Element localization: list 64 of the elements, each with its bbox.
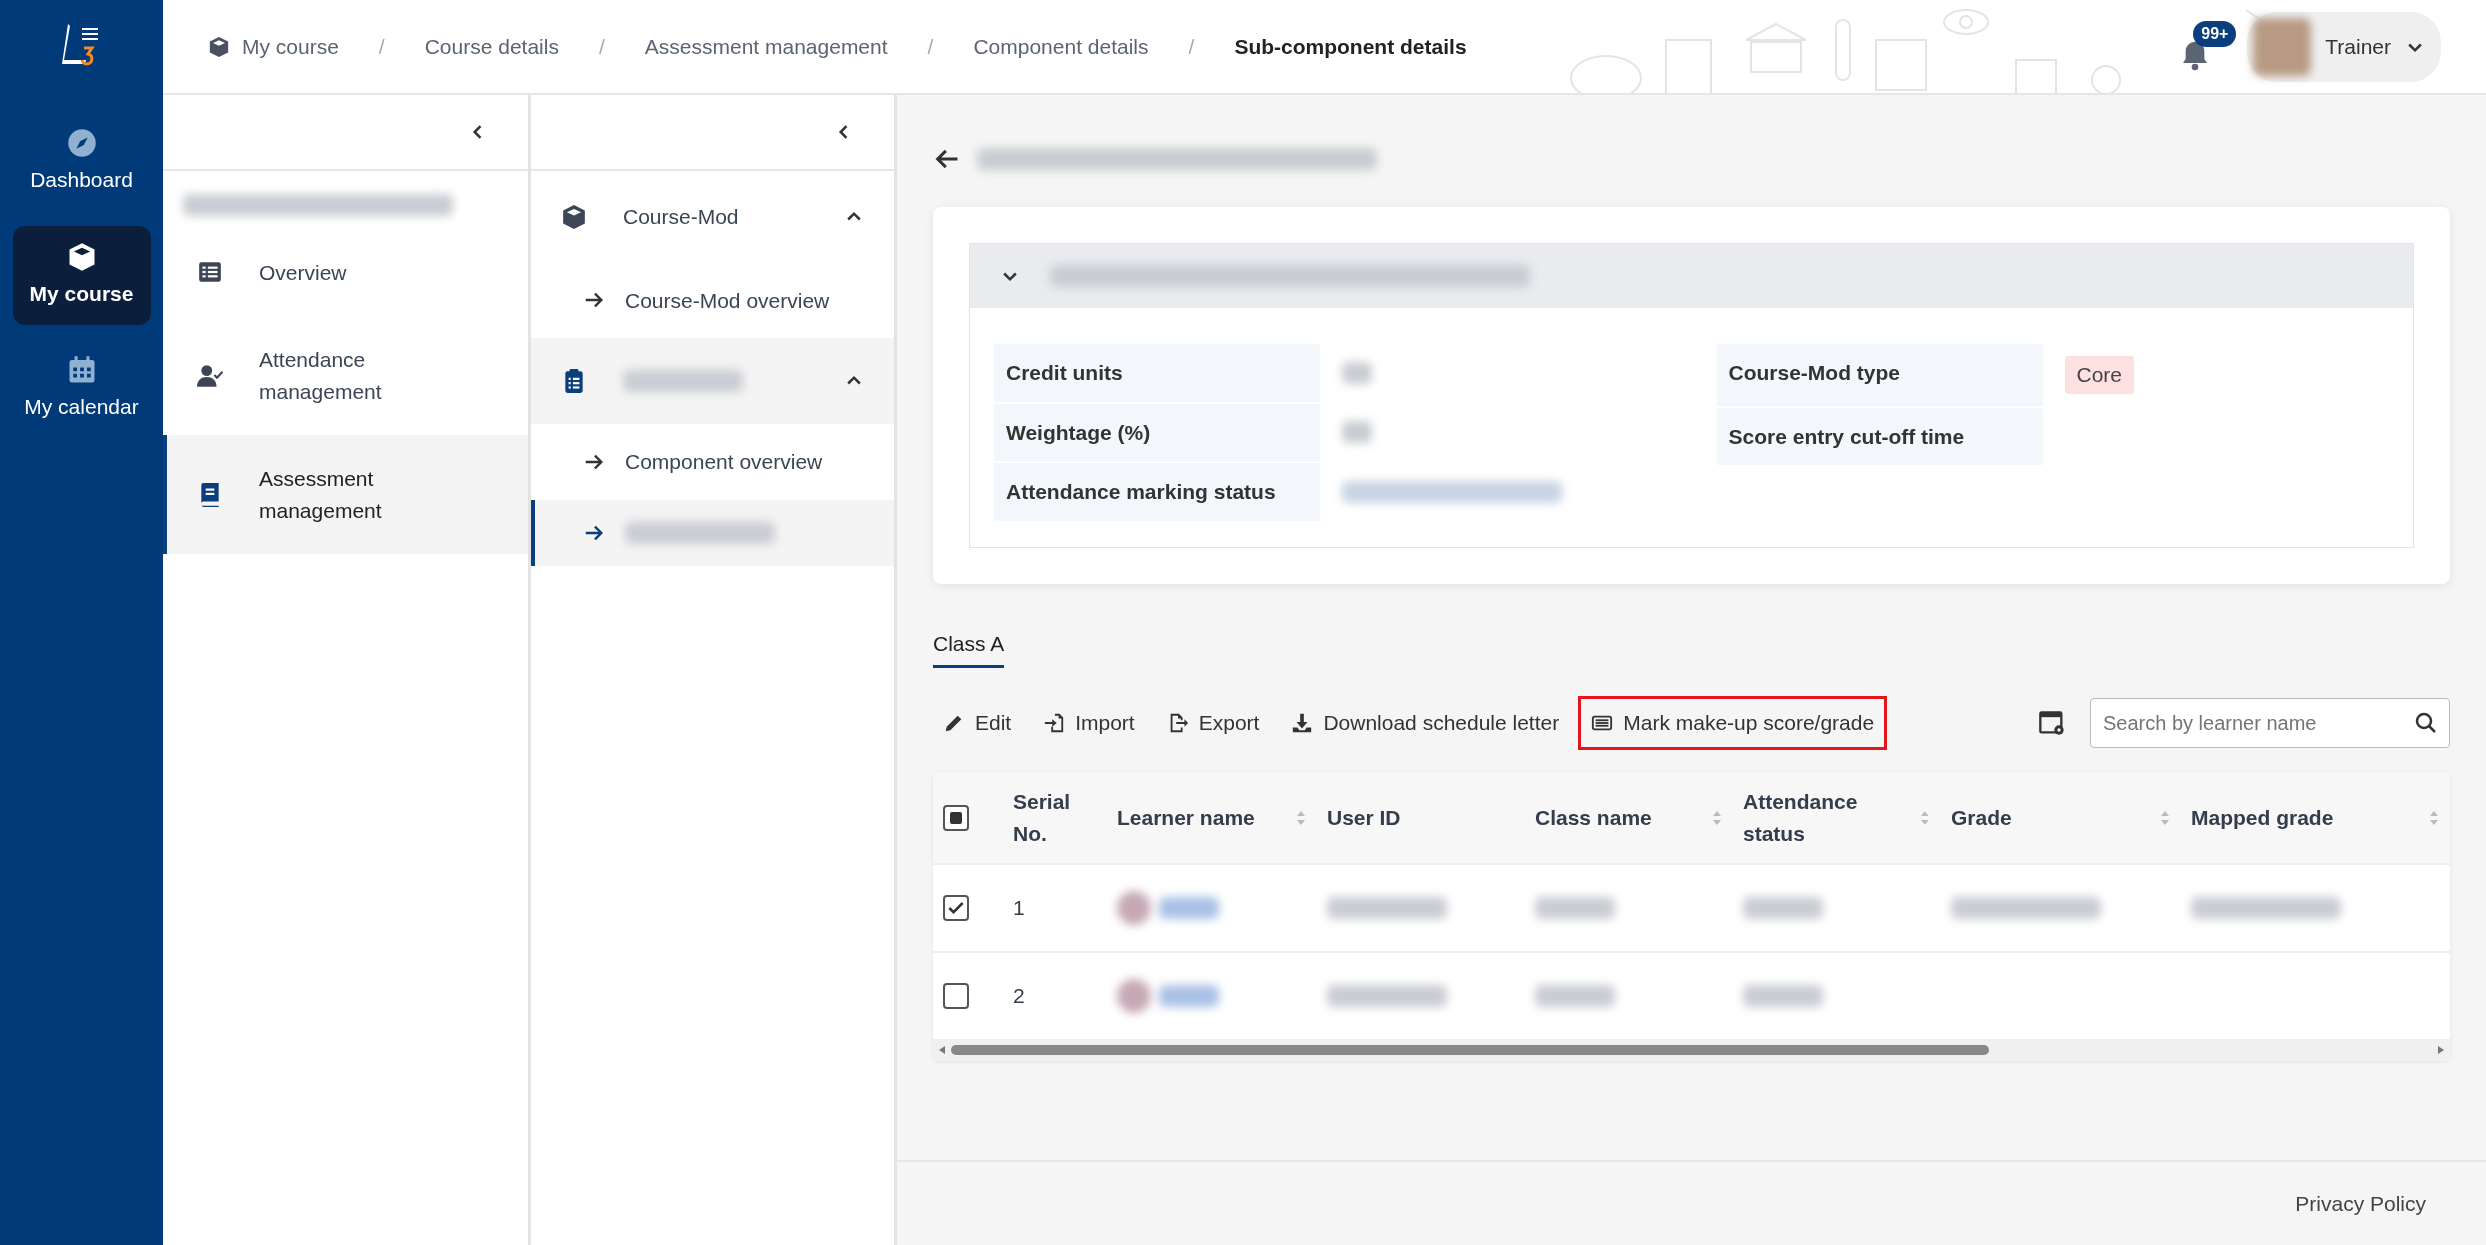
menu-group[interactable]: Course-Mod [531, 171, 894, 263]
calendar-icon [66, 355, 97, 385]
user-check-icon [197, 362, 223, 389]
column-header: Grade [1951, 804, 2012, 831]
submenu-item[interactable]: Course-Mod overview [531, 262, 894, 338]
column-settings-icon [2038, 709, 2066, 737]
menu-item[interactable]: Assessment management [163, 435, 528, 554]
menu-item[interactable]: Attendance management [163, 316, 528, 435]
avatar [2253, 17, 2312, 76]
download-icon [1291, 712, 1314, 734]
scroll-left-icon [939, 1046, 945, 1054]
breadcrumb-link[interactable]: My course [208, 30, 339, 63]
blurred-value [1342, 361, 1372, 384]
toolbar-button[interactable]: Download schedule letter [1281, 699, 1570, 747]
checkbox[interactable] [943, 983, 969, 1009]
scrollbar[interactable] [933, 1039, 2450, 1061]
toolbar-button[interactable]: Export [1156, 699, 1270, 747]
nav-item[interactable]: My calendar [12, 339, 151, 439]
column-header: Serial No. [1013, 789, 1072, 847]
field-label: Attendance marking status [994, 463, 1320, 521]
import-icon [1043, 712, 1066, 734]
column-header: Class name [1535, 804, 1652, 831]
breadcrumb-link[interactable]: Component details [973, 30, 1149, 63]
breadcrumb-link[interactable]: Sub-component details [1234, 30, 1467, 63]
cube-icon [208, 35, 230, 58]
column-header: Mapped grade [2191, 804, 2334, 831]
user-menu[interactable]: Trainer [2247, 11, 2441, 82]
field-label: Weightage (%) [994, 403, 1320, 461]
submenu-item[interactable]: Component overview [531, 424, 894, 500]
breadcrumb-link[interactable]: Course details [424, 30, 559, 63]
toolbar-button[interactable]: Import [1033, 699, 1145, 747]
breadcrumb-separator: / [378, 33, 385, 60]
compass-icon [66, 128, 97, 158]
column-header: User ID [1327, 804, 1401, 831]
column-settings-button[interactable] [2038, 709, 2066, 737]
column-header: Learner name [1117, 804, 1255, 831]
notification-button[interactable]: 99+ [2179, 20, 2238, 73]
field-label: Score entry cut-off time [1716, 407, 2043, 465]
cube-icon [561, 203, 587, 230]
toolbar-button[interactable]: Edit [933, 699, 1022, 747]
scroll-right-icon [2438, 1046, 2444, 1054]
breadcrumb-separator: / [598, 33, 605, 60]
checkbox[interactable] [943, 804, 969, 831]
blurred-value [1342, 421, 1372, 444]
breadcrumb-separator: / [927, 33, 934, 60]
field-label: Course-Mod type [1716, 344, 2043, 406]
breadcrumb-separator: / [1188, 33, 1195, 60]
search-field[interactable]: Search by learner name [2090, 698, 2450, 748]
type-tag: Core [2064, 356, 2135, 394]
user-name: Trainer [2325, 33, 2391, 60]
table-cell-text: 2 [1013, 983, 1025, 1010]
nav-item[interactable]: My course [12, 225, 151, 325]
nav-item[interactable]: Dashboard [12, 112, 151, 212]
toolbar-button[interactable]: Mark make-up score/grade [1581, 699, 1885, 747]
menu-item[interactable]: Overview [163, 228, 528, 316]
checkbox[interactable] [943, 895, 969, 921]
notification-count: 99+ [2193, 20, 2237, 47]
search-icon [2414, 711, 2438, 735]
field-label: Credit units [994, 344, 1320, 402]
column-header: Attendance status [1743, 789, 1859, 847]
privacy-link[interactable]: Privacy Policy [2295, 1187, 2426, 1220]
breadcrumb-link[interactable]: Assessment management [644, 30, 888, 63]
class-tab[interactable]: Class A [933, 627, 1005, 668]
table-cell-text: 1 [1013, 895, 1025, 922]
